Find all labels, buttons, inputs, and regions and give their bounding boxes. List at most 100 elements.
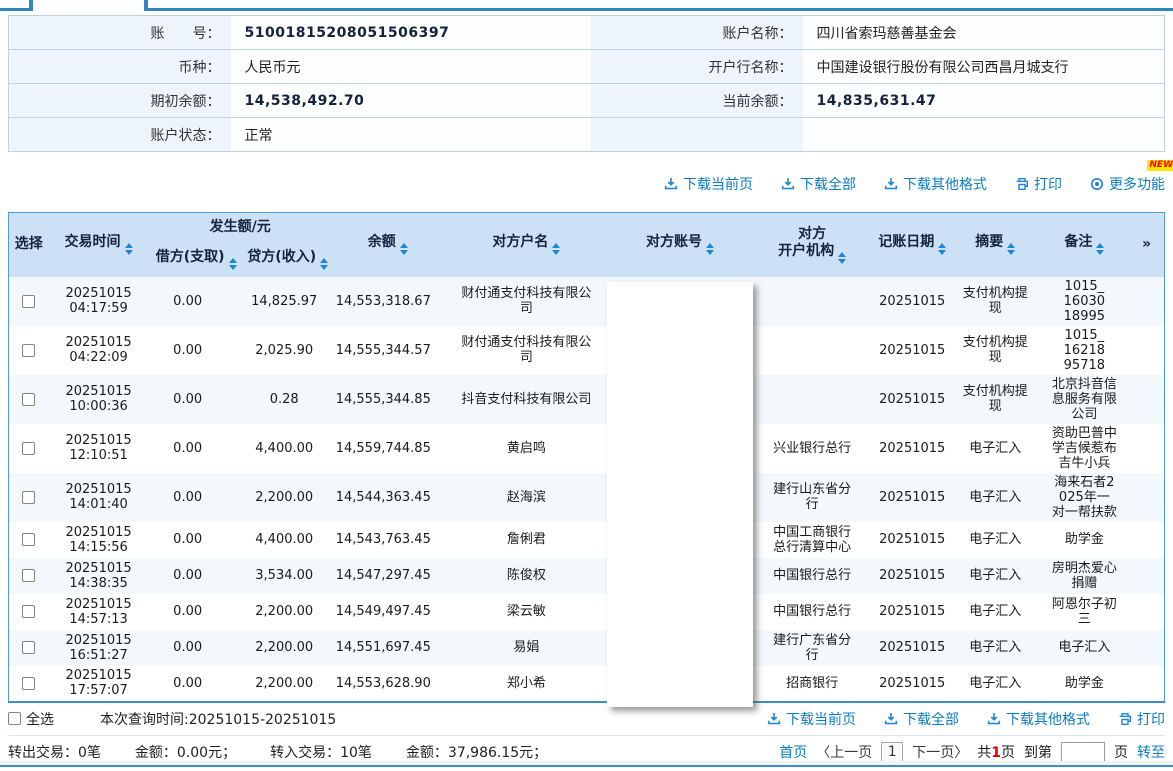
sort-icon[interactable] (838, 252, 846, 264)
download-icon (884, 712, 898, 726)
more-functions-button[interactable]: NEW 更多功能 (1090, 174, 1165, 194)
cell-booking-date: 20251015 (873, 630, 951, 666)
cell-balance: 14,555,344.57 (332, 326, 444, 375)
download-all-button[interactable]: 下载全部 (884, 709, 959, 729)
sort-icon[interactable] (938, 243, 946, 255)
cell-balance: 14,543,763.45 (332, 522, 444, 558)
sort-icon[interactable] (706, 243, 714, 255)
cell-debit: 0.00 (149, 630, 244, 666)
row-checkbox[interactable] (22, 491, 35, 504)
cell-counterparty-bank: 中国银行总行 (751, 558, 873, 594)
header-remark[interactable]: 备注 (1039, 213, 1129, 277)
opening-balance-value: 14,538,492.70 (231, 84, 591, 118)
download-all-button[interactable]: 下载全部 (781, 174, 856, 194)
header-credit[interactable]: 贷方(收入) (244, 243, 332, 277)
out-count-value: 0笔 (78, 745, 101, 761)
header-counterparty-account[interactable]: 对方账号 (609, 213, 751, 277)
cell-counterparty-name: 詹俐君 (444, 522, 609, 558)
cell-counterparty-name: 财付通支付科技有限公 司 (444, 277, 609, 326)
cell-select (9, 375, 49, 424)
bank-name-label: 开户行名称： (591, 50, 803, 84)
download-current-page-button[interactable]: 下载当前页 (767, 709, 856, 729)
cell-transaction-time: 20251015 04:17:59 (49, 277, 149, 326)
row-checkbox[interactable] (22, 442, 35, 455)
row-checkbox[interactable] (22, 677, 35, 690)
bank-name-value: 中国建设银行股份有限公司西昌月城支行 (803, 50, 1165, 84)
row-checkbox[interactable] (22, 641, 35, 654)
row-checkbox[interactable] (22, 344, 35, 357)
cell-select (9, 558, 49, 594)
sort-icon[interactable] (400, 243, 408, 255)
tab-border-segment (29, 0, 33, 11)
header-debit[interactable]: 借方(支取) (149, 243, 244, 277)
row-checkbox[interactable] (22, 295, 35, 308)
sort-icon[interactable] (125, 243, 133, 255)
prev-page-link[interactable]: 〈上一页 (816, 742, 872, 762)
cell-counterparty-bank: 中国银行总行 (751, 594, 873, 630)
goto-page-input[interactable] (1061, 742, 1105, 762)
header-transaction-time[interactable]: 交易时间 (49, 213, 149, 277)
download-other-format-label: 下载其他格式 (903, 174, 987, 194)
cell-counterparty-name: 郑小希 (444, 666, 609, 702)
account-number-value: 51001815208051506397 (231, 16, 591, 50)
header-counterparty-bank[interactable]: 对方 开户机构 (751, 213, 873, 277)
account-name-label: 账户名称： (591, 16, 803, 50)
download-all-label: 下载全部 (903, 709, 959, 729)
cell-expand (1129, 558, 1164, 594)
cell-select (9, 666, 49, 702)
cell-transaction-time: 20251015 14:15:56 (49, 522, 149, 558)
download-all-label: 下载全部 (800, 174, 856, 194)
sort-icon[interactable] (1096, 243, 1104, 255)
cell-counterparty-name: 抖音支付科技有限公司 (444, 375, 609, 424)
header-counterparty-name[interactable]: 对方户名 (444, 213, 609, 277)
header-amount-group: 发生额/元 (149, 213, 332, 243)
download-other-format-button[interactable]: 下载其他格式 (884, 174, 987, 194)
table-row: 20251015 14:38:350.003,534.0014,547,297.… (9, 558, 1165, 594)
cell-counterparty-bank: 建行广东省分 行 (751, 630, 873, 666)
header-balance[interactable]: 余额 (332, 213, 444, 277)
cell-credit: 2,200.00 (244, 594, 332, 630)
expand-columns-button[interactable]: » (1129, 213, 1164, 277)
print-button[interactable]: 打印 (1015, 174, 1062, 194)
sort-icon[interactable] (320, 258, 328, 270)
next-page-link[interactable]: 下一页〉 (912, 742, 968, 762)
row-checkbox[interactable] (22, 569, 35, 582)
cell-debit: 0.00 (149, 326, 244, 375)
first-page-link[interactable]: 首页 (779, 742, 807, 762)
select-all-checkbox[interactable] (8, 712, 21, 725)
currency-value: 人民币元 (231, 50, 591, 84)
in-amount-value: 37,986.15元； (448, 745, 547, 761)
account-name-value: 四川省索玛慈善基金会 (803, 16, 1165, 50)
printer-icon (1118, 712, 1132, 726)
row-checkbox[interactable] (22, 533, 35, 546)
footer-select-row: 全选 本次查询时间:20251015-20251015 下载当前页 下载全部 下… (8, 703, 1165, 736)
cell-balance: 14,555,344.85 (332, 375, 444, 424)
cell-remark: 1015_ 16218 95718 (1039, 326, 1129, 375)
cell-transaction-time: 20251015 17:57:07 (49, 666, 149, 702)
download-icon (884, 177, 898, 191)
cell-booking-date: 20251015 (873, 277, 951, 326)
print-button[interactable]: 打印 (1118, 709, 1165, 729)
goto-page-button[interactable]: 转至 (1137, 742, 1165, 762)
goto-suffix-label: 页 (1114, 742, 1128, 762)
header-booking-date[interactable]: 记账日期 (873, 213, 951, 277)
cell-expand (1129, 630, 1164, 666)
table-row: 20251015 04:22:090.002,025.9014,555,344.… (9, 326, 1165, 375)
download-icon (781, 177, 795, 191)
row-checkbox[interactable] (22, 605, 35, 618)
download-other-format-button[interactable]: 下载其他格式 (987, 709, 1090, 729)
header-summary[interactable]: 摘要 (951, 213, 1039, 277)
sort-icon[interactable] (1007, 243, 1015, 255)
sort-icon[interactable] (552, 243, 560, 255)
sort-icon[interactable] (229, 258, 237, 270)
cell-counterparty-name: 易娟 (444, 630, 609, 666)
cell-expand (1129, 522, 1164, 558)
row-checkbox[interactable] (22, 393, 35, 406)
download-current-page-button[interactable]: 下载当前页 (664, 174, 753, 194)
download-icon (664, 177, 678, 191)
cell-select (9, 522, 49, 558)
cell-remark: 阿恩尔子初 三 (1039, 594, 1129, 630)
cell-counterparty-bank (751, 277, 873, 326)
cell-balance: 14,553,318.67 (332, 277, 444, 326)
cell-summary: 电子汇入 (951, 424, 1039, 473)
